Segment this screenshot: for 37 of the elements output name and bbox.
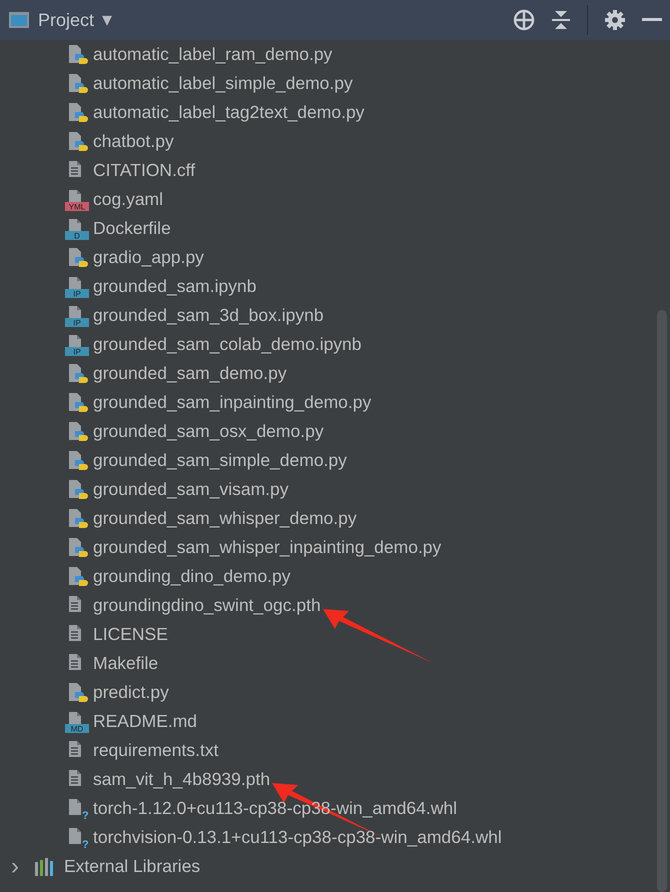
file-name[interactable]: sam_vit_h_4b8939.pth: [93, 766, 270, 793]
file-name[interactable]: chatbot.py: [93, 128, 174, 155]
file-name[interactable]: README.md: [93, 708, 198, 735]
library-icon: [34, 858, 56, 876]
file-name[interactable]: torchvision-0.13.1+cu113-cp38-cp38-win_amd64.whl: [93, 824, 502, 851]
file-name[interactable]: cog.yaml: [93, 186, 164, 213]
file-name[interactable]: LICENSE: [93, 621, 168, 648]
file-name[interactable]: grounded_sam_visam.py: [93, 476, 289, 503]
file-name[interactable]: automatic_label_simple_demo.py: [93, 70, 353, 97]
file-name[interactable]: predict.py: [93, 679, 169, 706]
file-name[interactable]: grounded_sam_whisper_demo.py: [93, 505, 357, 532]
expand-chevron[interactable]: ›: [4, 854, 26, 878]
settings-icon[interactable]: [604, 9, 626, 31]
file-name[interactable]: gradio_app.py: [93, 244, 204, 271]
file-name[interactable]: grounded_sam_inpainting_demo.py: [93, 389, 372, 416]
file-name[interactable]: groundingdino_swint_ogc.pth: [93, 592, 321, 619]
file-name[interactable]: Dockerfile: [93, 215, 171, 242]
file-name[interactable]: grounded_sam_3d_box.ipynb: [93, 302, 324, 329]
file-name[interactable]: automatic_label_tag2text_demo.py: [93, 99, 364, 126]
file-name[interactable]: grounded_sam_colab_demo.ipynb: [93, 331, 362, 358]
file-name[interactable]: CITATION.cff: [93, 157, 196, 184]
file-name[interactable]: grounding_dino_demo.py: [93, 563, 291, 590]
file-name[interactable]: grounded_sam_simple_demo.py: [93, 447, 347, 474]
file-name[interactable]: grounded_sam_osx_demo.py: [93, 418, 324, 445]
tree-node-label[interactable]: External Libraries: [64, 853, 200, 880]
file-name[interactable]: grounded_sam_whisper_inpainting_demo.py: [93, 534, 442, 561]
window-icon: [8, 11, 30, 29]
collapse-all-icon[interactable]: [551, 9, 571, 31]
file-name[interactable]: grounded_sam.ipynb: [93, 273, 256, 300]
panel-title[interactable]: Project: [38, 6, 94, 34]
file-name[interactable]: grounded_sam_demo.py: [93, 360, 287, 387]
minimize-icon[interactable]: [642, 18, 662, 22]
dropdown-caret[interactable]: ▾: [102, 10, 112, 30]
file-name[interactable]: automatic_label_ram_demo.py: [93, 41, 332, 68]
file-name[interactable]: Makefile: [93, 650, 158, 677]
file-name[interactable]: requirements.txt: [93, 737, 218, 764]
locate-icon[interactable]: [513, 9, 535, 31]
